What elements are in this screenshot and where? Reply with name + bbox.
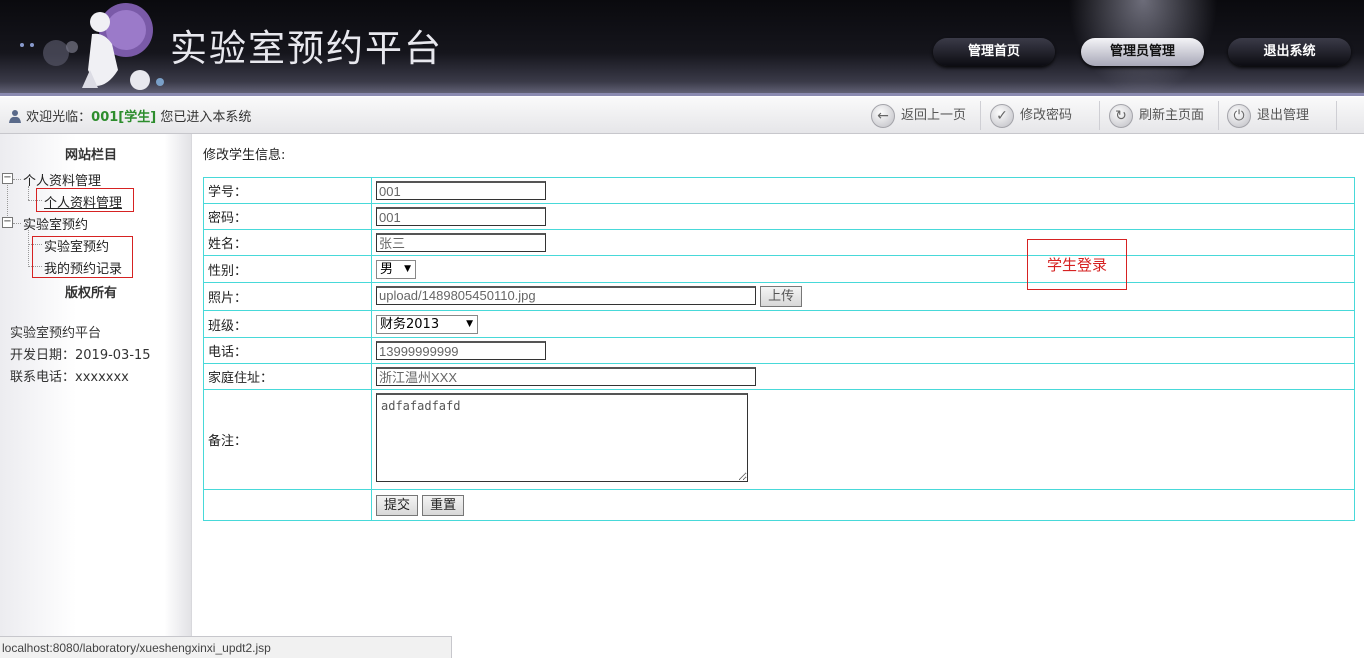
exit-admin-button[interactable]: ⏻ 退出管理 [1227,100,1309,131]
gender-label: 性别： [203,255,372,283]
key-icon: ✓ [990,103,1014,128]
toolbar-separator [980,101,981,130]
toolbar-separator [1218,101,1219,130]
welcome-suffix: 您已进入本系统 [156,110,252,125]
remarks-textarea[interactable]: adfafadfafd [376,393,748,482]
gender-select[interactable]: 男 ▼ [376,259,416,279]
address-label: 家庭住址： [203,363,372,390]
submit-button[interactable]: 提交 [376,494,419,516]
site-title: 实验室预约平台 [170,27,443,70]
dropdown-arrow-icon: ▼ [466,318,473,329]
phone-label: 电话： [203,337,372,364]
current-user: 001[学生] [91,110,157,125]
welcome-message: 欢迎光临：001[学生] 您已进入本系统 [8,106,251,125]
collapse-toggle-icon[interactable]: − [2,173,13,184]
power-icon: ⏻ [1227,103,1251,128]
nav-logout-button[interactable]: 退出系统 [1228,38,1351,66]
welcome-prefix: 欢迎光临： [26,110,92,125]
exit-admin-label: 退出管理 [1257,108,1310,123]
footer-dev-date: 开发日期：2019-03-15 [10,348,151,363]
class-label: 班级： [203,310,372,338]
dropdown-arrow-icon: ▼ [404,263,411,274]
highlight-box [36,188,134,212]
reset-button[interactable]: 重置 [422,494,465,516]
tree-line [13,223,21,224]
tree-line [28,230,29,267]
name-label: 姓名： [203,229,372,256]
user-icon [9,110,21,123]
sidebar [0,134,192,658]
password-input[interactable] [376,207,546,226]
footer-platform: 实验室预约平台 [10,326,102,341]
back-button[interactable]: ← 返回上一页 [871,100,966,131]
refresh-button[interactable]: ↻ 刷新主页面 [1109,100,1204,131]
collapse-toggle-icon[interactable]: − [2,217,13,228]
class-value: 财务2013 [380,316,440,332]
phone-input[interactable] [376,341,546,360]
toolbar-separator [1099,101,1100,130]
copyright-heading: 版权所有 [64,286,117,301]
sidebar-group-profile[interactable]: 个人资料管理 [23,170,101,189]
student-id-input[interactable] [376,181,546,200]
sidebar-heading: 网站栏目 [64,148,117,163]
student-info-form: 学号： 密码： 姓名： 性别： 男▼ 照片： 上传 班级： 财务2013▼ 电话… [203,177,1355,521]
refresh-label: 刷新主页面 [1139,108,1205,123]
refresh-icon: ↻ [1109,103,1133,128]
change-password-button[interactable]: ✓ 修改密码 [990,100,1072,131]
password-label: 密码： [203,203,372,230]
toolbar-separator [1336,101,1337,130]
header-divider [0,93,1364,96]
back-label: 返回上一页 [901,108,967,123]
page-title: 修改学生信息: [203,148,286,163]
tree-line [28,186,29,200]
student-login-annotation: 学生登录 [1027,239,1127,290]
tree-line [7,185,8,220]
class-select[interactable]: 财务2013 ▼ [376,314,478,334]
name-input[interactable] [376,232,546,252]
tree-line [13,179,21,180]
remarks-label: 备注： [203,389,372,490]
highlight-box [32,236,133,278]
back-arrow-icon: ← [871,103,895,128]
status-url-bar: localhost:8080/laboratory/xueshengxinxi_… [0,636,452,658]
header-banner: 实验室预约平台 管理首页 管理员管理 退出系统 [0,0,1364,96]
empty-label-cell [203,489,372,521]
sidebar-group-lab[interactable]: 实验室预约 [23,214,88,233]
photo-path-input[interactable] [376,285,756,305]
upload-button[interactable]: 上传 [760,286,803,308]
address-input[interactable] [376,366,756,386]
mascot-logo-icon [20,3,164,90]
gender-value: 男 [380,261,394,277]
nav-admin-manage-button[interactable]: 管理员管理 [1081,38,1204,66]
nav-admin-home-button[interactable]: 管理首页 [933,38,1055,66]
student-id-label: 学号： [203,177,372,204]
footer-phone: 联系电话：xxxxxxx [10,370,129,385]
change-password-label: 修改密码 [1020,108,1073,123]
photo-label: 照片： [203,282,372,311]
